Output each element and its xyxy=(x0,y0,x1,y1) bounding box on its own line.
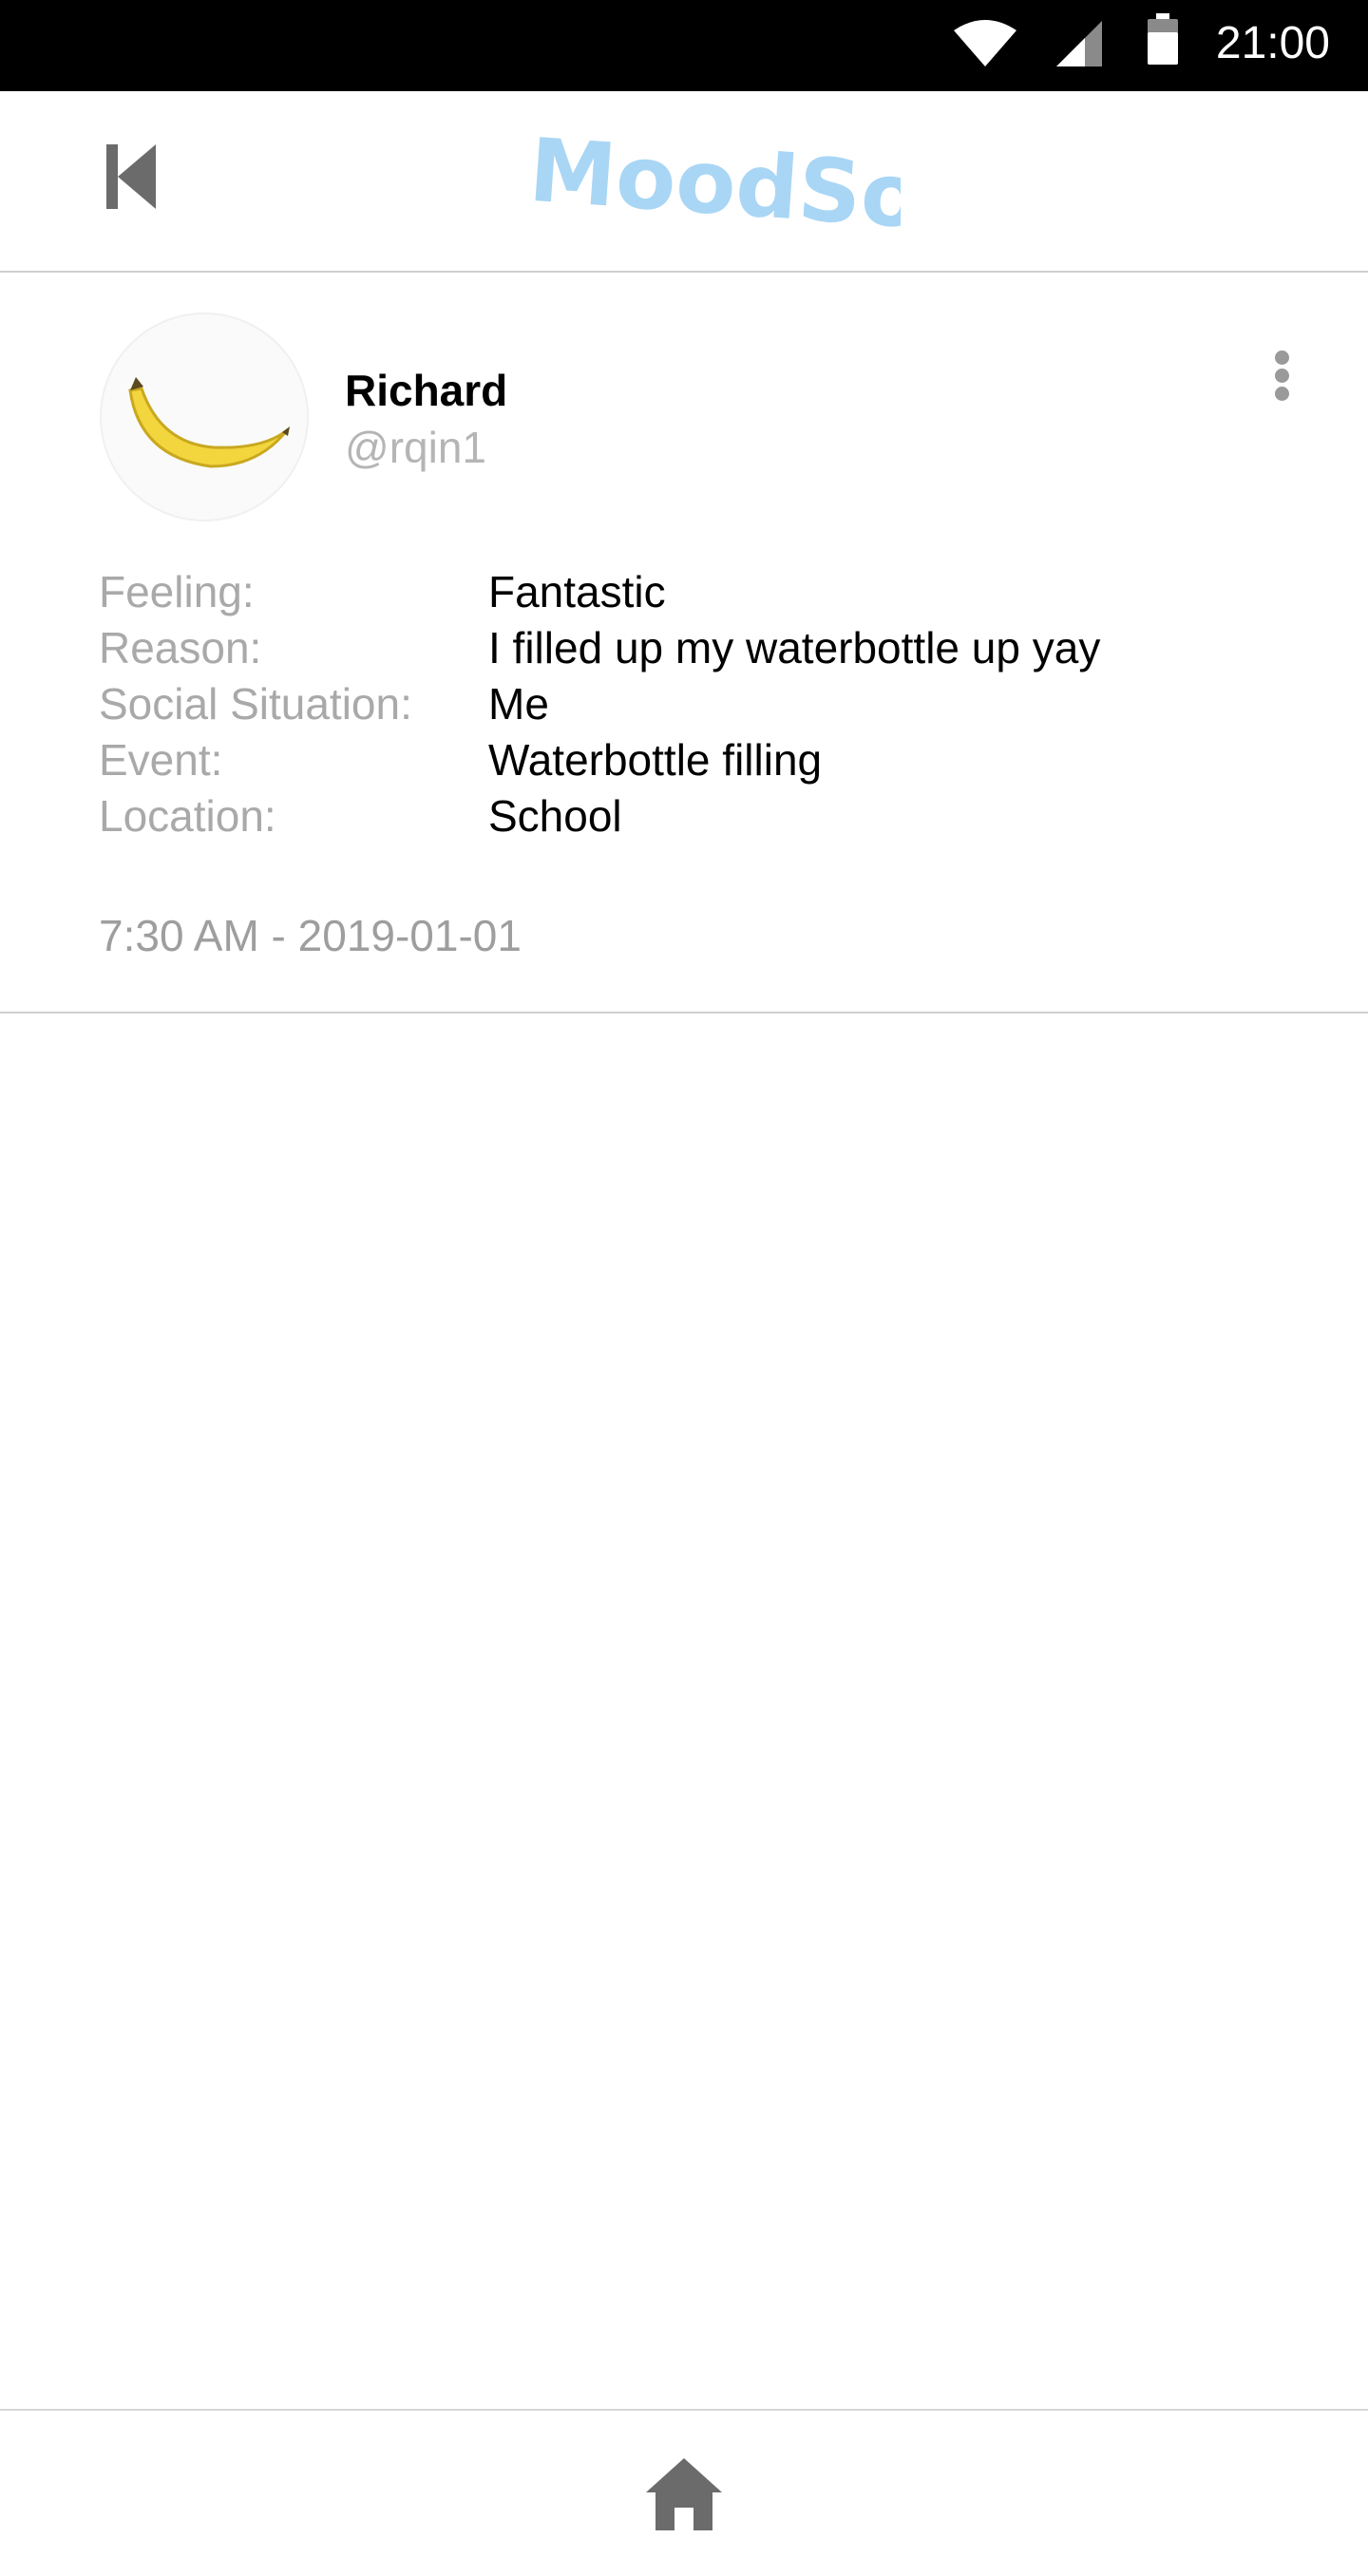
home-icon xyxy=(646,2458,722,2530)
detail-value: Fantastic xyxy=(488,566,666,616)
avatar[interactable] xyxy=(100,313,309,521)
moodsoup-logo: MoodSoup xyxy=(526,120,901,257)
detail-value: Waterbottle filling xyxy=(488,734,823,785)
detail-value: Me xyxy=(488,678,549,729)
detail-value: I filled up my waterbottle up yay xyxy=(488,622,1101,672)
status-bar: 21:00 xyxy=(0,0,1368,91)
detail-label: Feeling: xyxy=(99,566,255,616)
battery-icon xyxy=(1148,13,1178,65)
app-bar: MoodSoup xyxy=(0,91,1368,273)
status-time: 21:00 xyxy=(1215,18,1330,68)
cell-signal-icon xyxy=(1056,21,1102,66)
detail-row-feeling: Feeling: Fantastic xyxy=(99,563,1277,619)
detail-row-social-situation: Social Situation: Me xyxy=(99,675,1277,731)
banana-icon xyxy=(128,377,290,468)
svg-text:MoodSoup: MoodSoup xyxy=(526,120,901,257)
wifi-icon xyxy=(954,20,1016,66)
detail-value: School xyxy=(488,790,622,841)
mood-details: Feeling: Fantastic Reason: I filled up m… xyxy=(99,563,1277,843)
detail-row-event: Event: Waterbottle filling xyxy=(99,731,1277,787)
detail-label: Social Situation: xyxy=(99,678,412,729)
mood-post: Richard @rqin1 Feeling: Fantastic Reason… xyxy=(0,273,1368,1013)
post-timestamp: 7:30 AM - 2019-01-01 xyxy=(99,911,522,960)
detail-label: Location: xyxy=(99,790,276,841)
skip-back-icon xyxy=(106,144,156,209)
user-handle: @rqin1 xyxy=(345,423,486,472)
home-button[interactable] xyxy=(644,2454,724,2534)
more-vert-icon xyxy=(1267,350,1296,401)
bottom-nav xyxy=(0,2409,1368,2576)
detail-label: Reason: xyxy=(99,622,262,672)
back-button[interactable] xyxy=(99,139,163,215)
user-name[interactable]: Richard xyxy=(345,364,507,417)
screen: 21:00 MoodSoup Richard @rqin1 Feeling: F… xyxy=(0,0,1368,2576)
detail-label: Event: xyxy=(99,734,223,785)
detail-row-reason: Reason: I filled up my waterbottle up ya… xyxy=(99,619,1277,675)
detail-row-location: Location: School xyxy=(99,787,1277,843)
more-options-button[interactable] xyxy=(1267,350,1296,407)
